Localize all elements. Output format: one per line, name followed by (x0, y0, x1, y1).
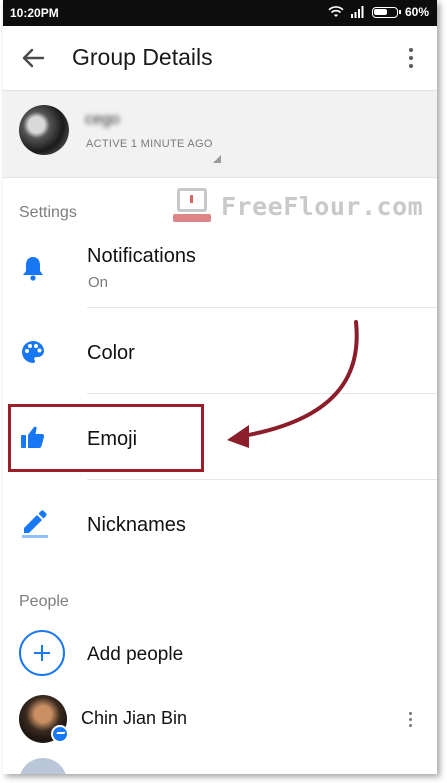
messenger-badge-icon (51, 725, 69, 743)
app-screen: 10:20PM 60% Group Details cego ACTIVE 1 … (3, 0, 437, 774)
member-row[interactable]: Chin Jian Bin (3, 690, 437, 754)
add-people-button[interactable]: Add people (3, 620, 437, 688)
member-name: Chin Jian Bin (81, 708, 188, 728)
add-icon (19, 630, 65, 676)
add-people-label: Add people (87, 644, 184, 665)
people-section-label: People (19, 593, 69, 610)
member-more-icon[interactable] (409, 712, 413, 730)
